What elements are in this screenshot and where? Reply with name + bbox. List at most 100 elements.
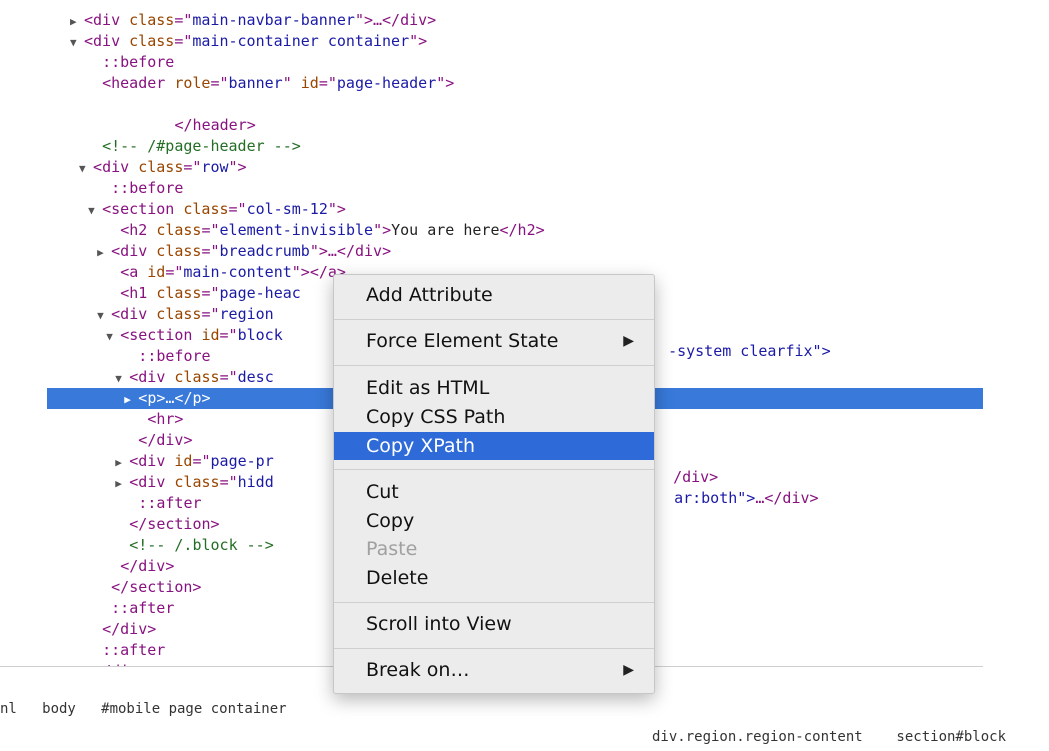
tree-token-tag: <div — [111, 305, 157, 323]
tree-token-tag: =" — [192, 452, 211, 470]
section-class-tail: -system clearfix"> — [668, 342, 831, 360]
tree-token-attr: class — [156, 305, 202, 323]
breadcrumb-path-right[interactable]: div.region.region-content section#block — [652, 723, 1006, 751]
tree-token-tag: =" — [201, 242, 220, 260]
tree-token-tag: <div — [93, 158, 139, 176]
tree-token-tag: ::before — [102, 53, 175, 71]
tree-token-tag: </div> — [120, 557, 175, 575]
tree-token-val: desc — [237, 368, 274, 386]
tree-token-tag: <section — [102, 200, 184, 218]
collapse-triangle-icon[interactable]: ▼ — [79, 158, 93, 179]
tree-token-tag: <div — [84, 11, 130, 29]
menu-item-copy-xpath[interactable]: Copy XPath — [334, 432, 654, 460]
submenu-arrow-icon: ▶ — [623, 333, 634, 349]
tree-token-tag: </section> — [129, 515, 220, 533]
expand-triangle-icon[interactable]: ▶ — [115, 473, 129, 494]
menu-item-copy[interactable]: Copy — [334, 507, 654, 535]
tree-token-val: page-header — [336, 74, 437, 92]
tree-token-tag: "> — [228, 158, 247, 176]
tree-token-val: banner — [228, 74, 283, 92]
expand-triangle-icon[interactable]: ▶ — [70, 11, 84, 32]
menu-item-label: Copy XPath — [366, 435, 475, 457]
tree-token-val: block — [237, 326, 283, 344]
tree-token-tag: ::after — [102, 641, 166, 659]
expand-triangle-icon[interactable]: ▶ — [115, 452, 129, 473]
tree-token-attr: class — [138, 158, 184, 176]
menu-separator — [334, 319, 654, 320]
menu-item-label: Copy CSS Path — [366, 406, 506, 428]
context-menu: Add Attribute Force Element State ▶ Edit as… — [333, 274, 655, 694]
tree-token-tag: =" — [174, 11, 193, 29]
tree-token-tag: <div — [129, 473, 175, 491]
tree-token-tag: </div> — [102, 620, 157, 638]
tree-token-tag: =" — [210, 74, 229, 92]
expand-triangle-icon[interactable]: ▶ — [97, 242, 111, 263]
tree-token-tag: "> — [327, 200, 346, 218]
tree-token-com: <!-- /#page-header --> — [102, 137, 301, 155]
menu-item-break-on[interactable]: Break on… ▶ — [334, 656, 654, 684]
tree-token-tag: </div> — [138, 431, 193, 449]
tree-token-tag: ">…</div> — [354, 11, 437, 29]
menu-item-label: Force Element State — [366, 330, 559, 352]
collapse-triangle-icon[interactable]: ▼ — [106, 326, 120, 347]
menu-item-label: Delete — [366, 567, 429, 589]
tree-token-tag: <hr> — [147, 410, 184, 428]
menu-item-edit-as-html[interactable]: Edit as HTML — [334, 374, 654, 402]
tree-token-val: page-pr — [210, 452, 274, 470]
tree-token-tag: <header — [102, 74, 175, 92]
tree-token-tag: " — [282, 74, 301, 92]
expand-triangle-icon[interactable]: ▶ — [124, 389, 138, 410]
tree-token-tag: <h1 — [120, 284, 157, 302]
tree-token-tag: =" — [318, 74, 337, 92]
tree-token-val: hidd — [237, 473, 274, 491]
tree-token-attr: id — [201, 326, 220, 344]
tree-token-tag: =" — [201, 305, 220, 323]
menu-item-scroll-into-view[interactable]: Scroll into View — [334, 610, 654, 638]
tree-token-tag: ::after — [138, 494, 202, 512]
tree-token-com: <!-- /.block --> — [129, 536, 274, 554]
tree-token-attr: class — [174, 473, 220, 491]
collapse-triangle-icon[interactable]: ▼ — [115, 368, 129, 389]
tree-token-attr: class — [129, 32, 175, 50]
tree-token-txt: You are here — [391, 221, 500, 239]
tree-line-fragment: ar:both">…</div> — [656, 467, 819, 507]
tree-token-tag: "> — [373, 221, 392, 239]
menu-item-add-attribute[interactable]: Add Attribute — [334, 281, 654, 309]
tree-token-tag: =" — [174, 32, 193, 50]
tree-token-tag: ::before — [138, 347, 211, 365]
menu-item-label: Edit as HTML — [366, 377, 490, 399]
menu-item-force-element-state[interactable]: Force Element State ▶ — [334, 327, 654, 355]
collapse-triangle-icon[interactable]: ▼ — [70, 32, 84, 53]
tree-token-val: row — [201, 158, 229, 176]
tree-token-tag: </section> — [111, 578, 202, 596]
menu-item-label: Add Attribute — [366, 284, 493, 306]
menu-separator — [334, 602, 654, 603]
tree-token-attr: class — [156, 242, 202, 260]
menu-separator — [334, 365, 654, 366]
tree-token-val: region — [219, 305, 283, 323]
menu-item-label: Break on… — [366, 659, 470, 681]
tree-token-attr: class — [156, 284, 202, 302]
tree-token-tag: ::before — [111, 179, 184, 197]
tree-token-tag: <p>…</p> — [138, 389, 211, 407]
collapse-triangle-icon[interactable]: ▼ — [88, 200, 102, 221]
tree-token-val: main-container container — [192, 32, 410, 50]
tree-token-val: main-content — [183, 263, 292, 281]
menu-item-copy-css-path[interactable]: Copy CSS Path — [334, 403, 654, 431]
tree-token-tag: <div — [84, 32, 130, 50]
tree-token-attr: class — [129, 11, 175, 29]
tree-token-tag: =" — [183, 158, 202, 176]
tree-token-tag: <div — [129, 452, 175, 470]
tree-token-tag: </h2> — [499, 221, 545, 239]
menu-separator — [334, 648, 654, 649]
tree-token-tag: =" — [165, 263, 184, 281]
tree-token-tag: <section — [120, 326, 202, 344]
menu-item-label: Copy — [366, 510, 415, 532]
menu-item-cut[interactable]: Cut — [334, 478, 654, 506]
div-hidden-tail-b: …</div> — [755, 489, 819, 507]
tree-token-attr: id — [147, 263, 166, 281]
collapse-triangle-icon[interactable]: ▼ — [97, 305, 111, 326]
menu-item-delete[interactable]: Delete — [334, 564, 654, 592]
tree-token-tag: </header> — [174, 116, 256, 134]
tree-token-val: main-navbar-banner — [192, 11, 355, 29]
